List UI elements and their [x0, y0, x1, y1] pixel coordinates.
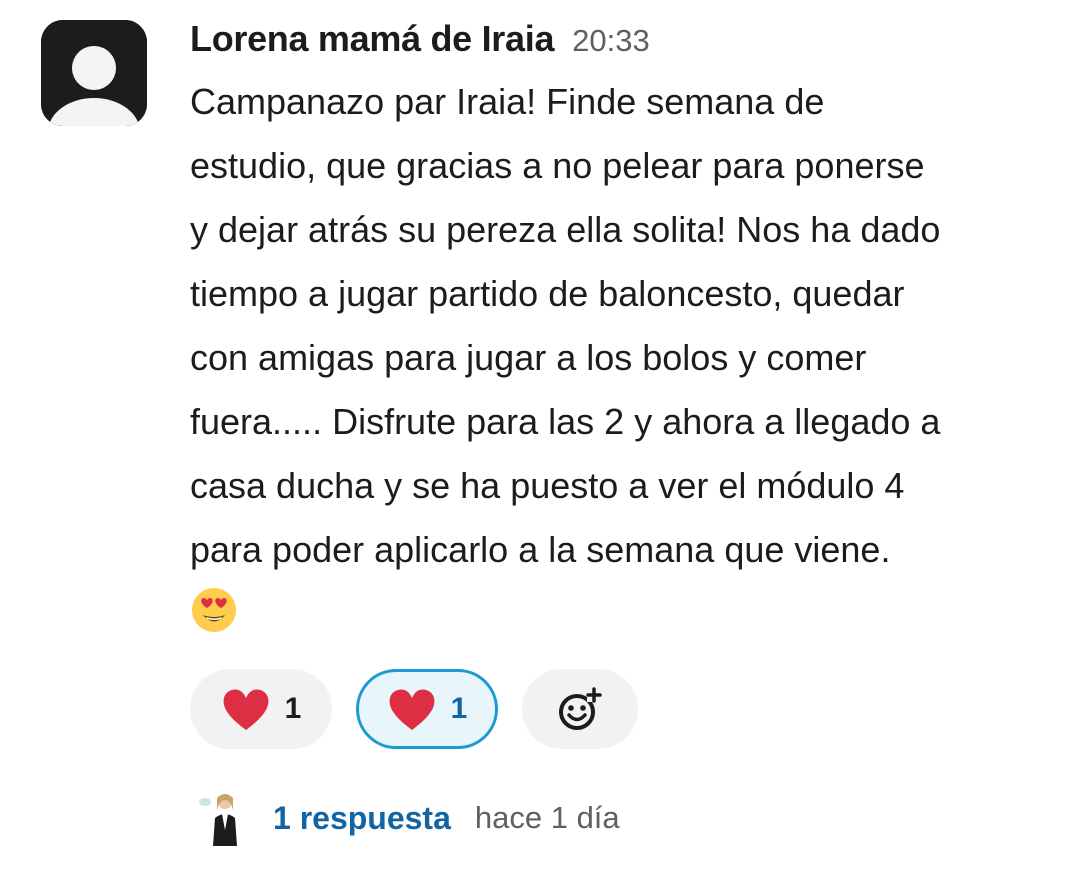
message-body: Campanazo par Iraia! Finde semana de est…: [190, 81, 941, 570]
default-user-icon: [41, 20, 147, 126]
heart-eyes-emoji-icon: [192, 588, 236, 632]
reaction-heart-pill-selected[interactable]: 1: [356, 669, 498, 749]
thread-replies-link[interactable]: 1 respuesta: [273, 800, 451, 837]
replier-avatar: [197, 790, 249, 846]
reaction-count: 1: [284, 692, 302, 725]
replier-photo-icon: [197, 790, 249, 846]
author-avatar[interactable]: [41, 20, 147, 126]
add-reaction-icon: [559, 687, 602, 730]
red-heart-icon: [389, 689, 435, 730]
message-emoji-line: [190, 582, 1050, 642]
author-name[interactable]: Lorena mamá de Iraia: [190, 18, 554, 60]
red-heart-icon: [223, 689, 269, 730]
message: Lorena mamá de Iraia 20:33 Campanazo par…: [190, 18, 1050, 642]
thread-summary[interactable]: 1 respuesta hace 1 día: [197, 790, 620, 846]
message-header: Lorena mamá de Iraia 20:33: [190, 18, 1050, 68]
reaction-heart-pill[interactable]: 1: [190, 669, 332, 749]
reaction-count: 1: [450, 692, 468, 725]
reactions-bar: 1 1: [190, 669, 662, 749]
add-reaction-button[interactable]: [522, 669, 638, 749]
message-timestamp[interactable]: 20:33: [572, 23, 650, 59]
thread-last-reply-time: hace 1 día: [474, 800, 620, 835]
